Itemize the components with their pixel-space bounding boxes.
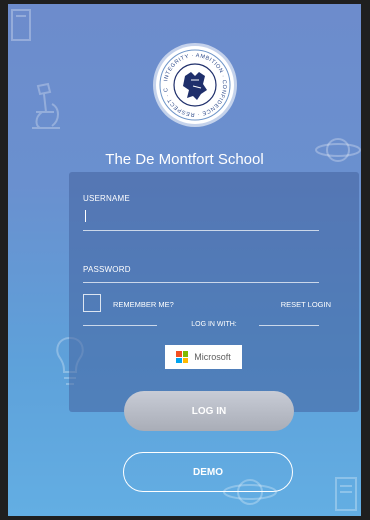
school-crest: INTEGRITY · AMBITION · CONFIDENCE · RESP…	[156, 46, 234, 124]
microsoft-logo-icon	[176, 351, 189, 363]
microsoft-button-label: Microsoft	[194, 352, 231, 362]
login-card: USERNAME PASSWORD REMEMBER ME? RESET LOG…	[69, 172, 359, 412]
remember-me-label[interactable]: REMEMBER ME?	[113, 300, 174, 309]
book-icon	[11, 9, 31, 41]
microsoft-login-button[interactable]: Microsoft	[165, 345, 242, 369]
book-icon	[335, 477, 357, 511]
login-button[interactable]: LOG IN	[124, 391, 294, 431]
microscope-icon	[32, 82, 60, 129]
text-caret	[85, 210, 86, 222]
reset-login-link[interactable]: RESET LOGIN	[281, 300, 331, 309]
login-screen: INTEGRITY · AMBITION · CONFIDENCE · RESP…	[8, 4, 361, 516]
divider-right	[259, 325, 319, 326]
password-input[interactable]	[83, 258, 319, 283]
remember-me-checkbox[interactable]	[83, 294, 101, 312]
school-crest-icon: INTEGRITY · AMBITION · CONFIDENCE · RESP…	[156, 46, 231, 121]
username-input[interactable]	[83, 206, 319, 231]
demo-button[interactable]: DEMO	[123, 452, 293, 492]
school-name: The De Montfort School	[105, 151, 264, 168]
username-label: USERNAME	[83, 194, 130, 203]
